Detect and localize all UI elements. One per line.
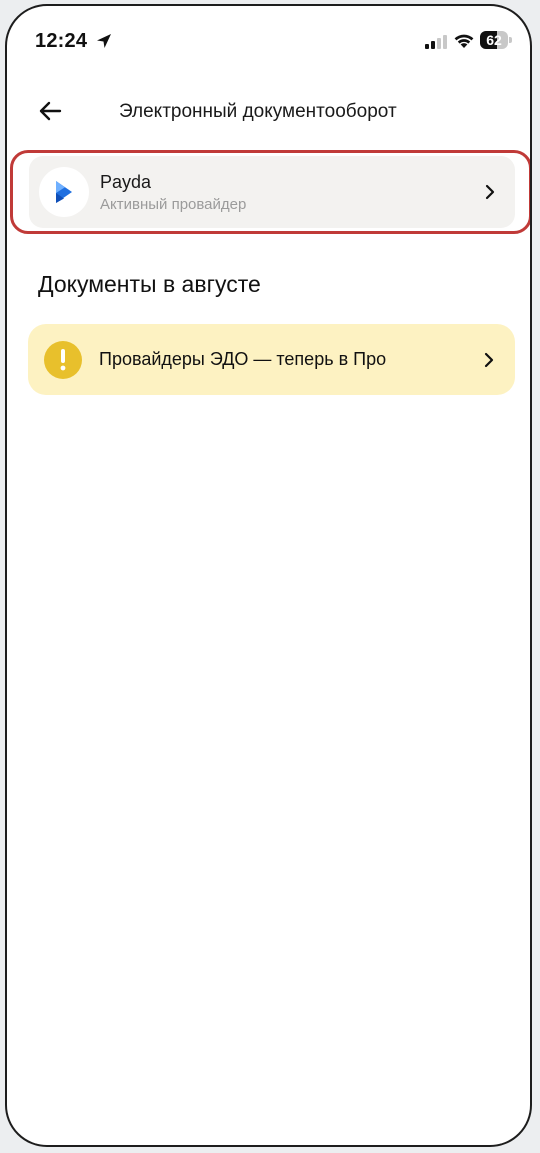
notice-banner[interactable]: Провайдеры ЭДО — теперь в Про bbox=[28, 324, 515, 395]
battery-percent: 62 bbox=[486, 32, 502, 48]
battery-cap bbox=[509, 37, 512, 43]
exclamation-icon bbox=[44, 341, 82, 379]
status-bar: 12:24 62 bbox=[7, 6, 530, 76]
page-title: Электронный документооборот bbox=[119, 101, 397, 122]
wifi-icon bbox=[454, 34, 474, 48]
notice-text: Провайдеры ЭДО — теперь в Про bbox=[99, 349, 387, 369]
back-button[interactable] bbox=[35, 96, 65, 126]
arrow-left-icon bbox=[39, 101, 62, 121]
phone-screen: 12:24 62 Электронный документооборот Pay… bbox=[5, 4, 532, 1147]
status-time: 12:24 bbox=[35, 30, 88, 52]
provider-highlight-frame bbox=[10, 150, 530, 234]
location-arrow-icon bbox=[97, 34, 111, 48]
battery-body: 62 bbox=[480, 31, 508, 49]
cellular-signal-icon bbox=[425, 35, 447, 49]
section-title: Документы в августе bbox=[38, 271, 261, 297]
exclamation-mark bbox=[60, 349, 66, 371]
battery-icon: 62 bbox=[480, 31, 513, 49]
chevron-right-icon bbox=[484, 352, 494, 368]
